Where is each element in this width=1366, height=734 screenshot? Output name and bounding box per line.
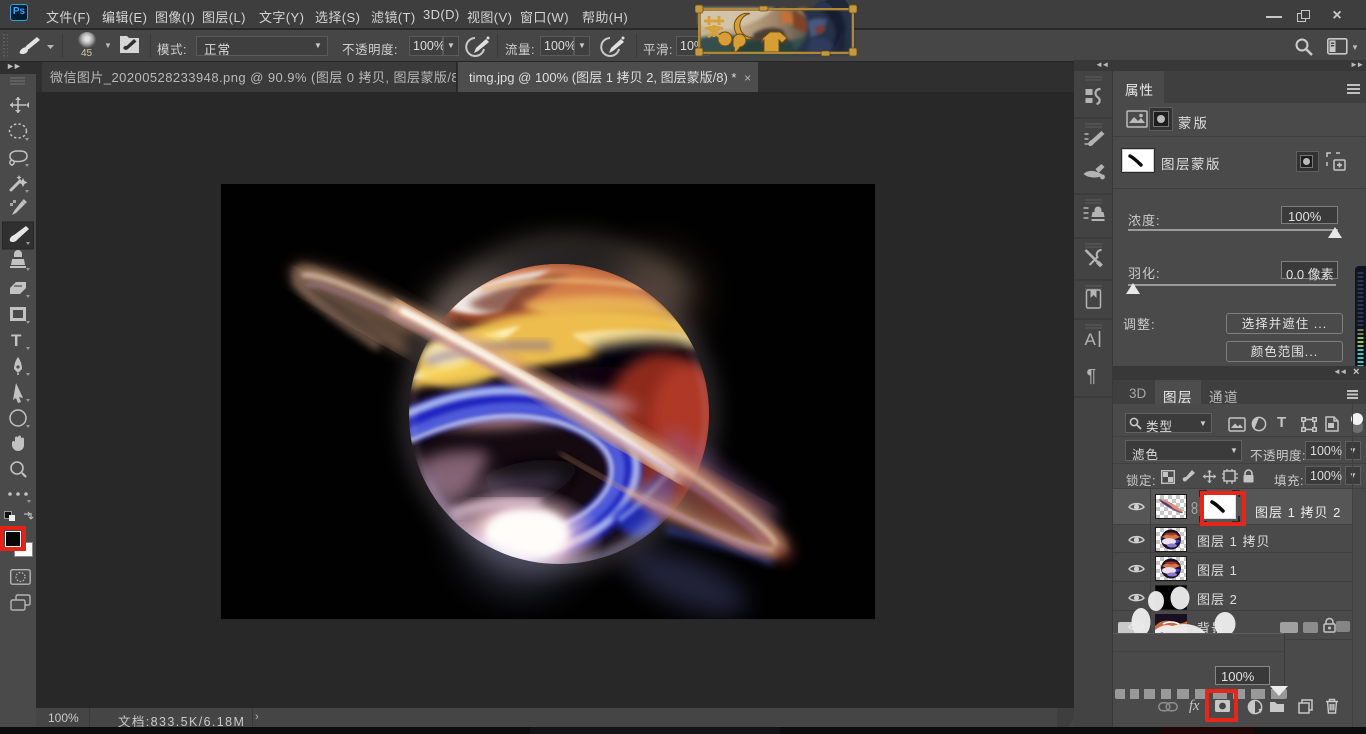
svg-text:T: T [11, 331, 22, 350]
svg-text:¶: ¶ [1087, 366, 1097, 386]
svg-text:A: A [1085, 330, 1097, 349]
